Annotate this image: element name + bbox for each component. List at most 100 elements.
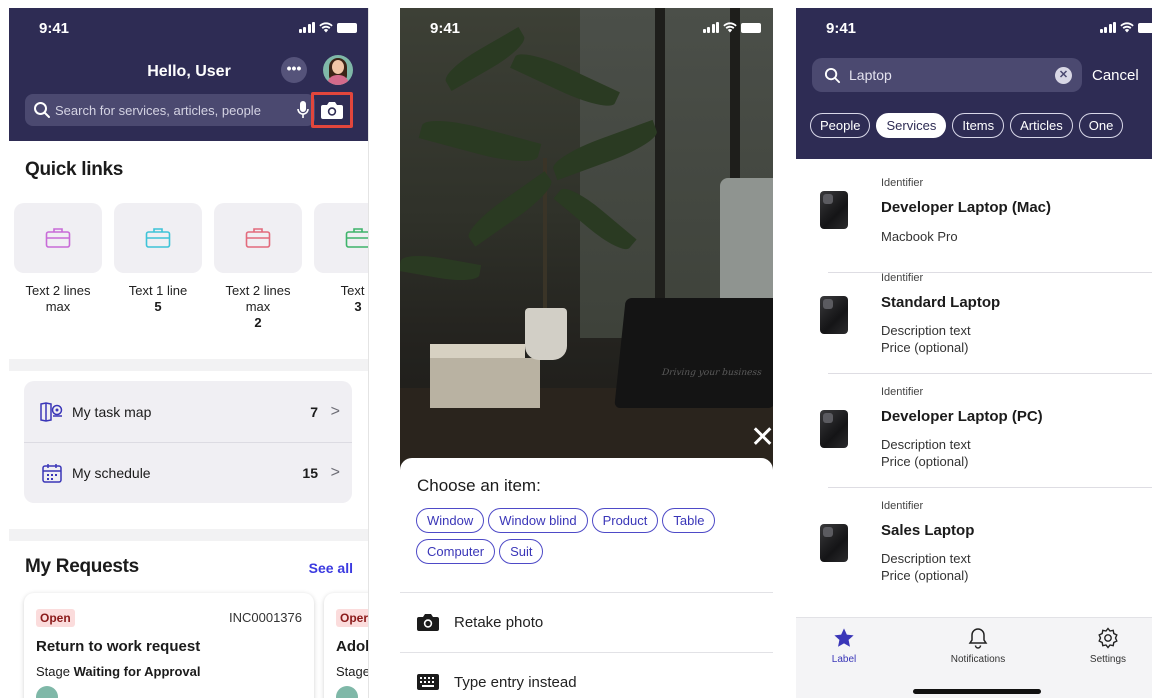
result-name: Standard Laptop: [881, 294, 1001, 311]
tab-settings[interactable]: Settings: [1058, 626, 1152, 665]
result-price: Price (optional): [881, 454, 969, 469]
request-title: Return to work request: [36, 638, 201, 655]
captured-photo: Driving your business: [400, 8, 773, 478]
quick-link-count: 3: [354, 299, 362, 314]
gear-icon: [1098, 627, 1118, 649]
briefcase-icon: [245, 228, 271, 248]
schedule-row[interactable]: My schedule 15 >: [24, 442, 352, 503]
cancel-button[interactable]: Cancel: [1092, 67, 1139, 84]
clear-search-icon[interactable]: ✕: [1055, 67, 1072, 84]
search-input[interactable]: Search for services, articles, people: [25, 94, 315, 126]
chip-suit[interactable]: Suit: [499, 539, 544, 564]
request-card[interactable]: Oper Adob Stage: [324, 593, 369, 698]
filter-items[interactable]: Items: [952, 113, 1005, 138]
status-time: 9:41: [826, 20, 857, 37]
quick-link-4[interactable]: Text 1 3: [313, 203, 368, 315]
quick-links-title: Quick links: [25, 159, 124, 180]
quick-link-3[interactable]: Text 2 lines max 2: [213, 203, 303, 331]
result-item[interactable]: Identifier Sales Laptop Description text…: [796, 488, 1152, 602]
product-thumbnail: [820, 191, 848, 229]
camera-screen: Driving your business ✕ Choose an item: …: [400, 8, 773, 698]
search-icon: [34, 102, 50, 118]
result-item[interactable]: Identifier Developer Laptop (Mac) Macboo…: [796, 159, 1152, 273]
briefcase-icon: [145, 228, 171, 248]
quick-link-count: 2: [254, 315, 262, 330]
result-price: Price (optional): [881, 568, 969, 583]
product-thumbnail: [820, 524, 848, 562]
request-id: INC0001376: [229, 610, 302, 625]
chip-computer[interactable]: Computer: [416, 539, 496, 564]
result-item[interactable]: Identifier Developer Laptop (PC) Descrip…: [796, 374, 1152, 488]
signal-icon: [702, 22, 719, 33]
search-icon: [824, 67, 841, 83]
schedule-label: My schedule: [72, 464, 151, 481]
request-stage: Stage: [336, 664, 369, 679]
result-name: Developer Laptop (Mac): [881, 199, 1052, 216]
quick-link-count: 5: [154, 299, 162, 314]
tab-label[interactable]: Label: [796, 626, 894, 665]
results-header: 9:41 Laptop ✕ Cancel People Services Ite…: [796, 8, 1152, 159]
type-entry-button[interactable]: Type entry instead: [416, 672, 577, 692]
status-bar: 9:41: [9, 8, 368, 48]
result-description: Description text: [881, 323, 971, 338]
more-button[interactable]: •••: [281, 57, 307, 83]
status-time: 9:41: [430, 20, 461, 37]
result-name: Developer Laptop (PC): [881, 408, 1043, 425]
quick-link-label: Text 1: [340, 283, 368, 298]
tab-notifications[interactable]: Notifications: [928, 626, 1028, 665]
quick-link-2[interactable]: Text 1 line 5: [113, 203, 203, 315]
keyboard-icon: [417, 674, 439, 690]
chevron-right-icon: >: [330, 402, 340, 420]
filter-people[interactable]: People: [810, 113, 871, 138]
task-map-row[interactable]: My task map 7 >: [24, 381, 352, 442]
request-stage: Stage Waiting for Approval: [36, 664, 201, 679]
filter-articles[interactable]: Articles: [1010, 113, 1073, 138]
retake-photo-button[interactable]: Retake photo: [416, 612, 543, 632]
request-title: Adob: [336, 638, 368, 655]
search-placeholder: Search for services, articles, people: [55, 102, 261, 118]
quick-link-label: Text 2 lines max: [25, 283, 91, 314]
status-bar: 9:41: [400, 8, 773, 48]
close-icon[interactable]: ✕: [750, 423, 773, 453]
status-time: 9:41: [39, 20, 70, 37]
camera-search-button[interactable]: [311, 92, 353, 128]
request-card[interactable]: Open INC0001376 Return to work request S…: [24, 593, 314, 698]
chip-product[interactable]: Product: [591, 508, 659, 533]
task-map-count: 7: [310, 403, 318, 420]
schedule-count: 15: [302, 464, 318, 481]
camera-icon: [417, 614, 439, 631]
status-bar: 9:41: [796, 8, 1152, 48]
quick-links-section: Quick links Text 2 lines max Text 1 line …: [9, 141, 368, 359]
result-price: Price (optional): [881, 340, 969, 355]
chip-window[interactable]: Window: [416, 508, 485, 533]
see-all-link[interactable]: See all: [309, 560, 353, 576]
laptop-screen-text: Driving your business: [661, 368, 763, 378]
product-thumbnail: [820, 296, 848, 334]
camera-icon: [321, 102, 343, 119]
chip-window-blind[interactable]: Window blind: [488, 508, 588, 533]
tasks-card: My task map 7 > My schedule 15 >: [24, 381, 352, 503]
calendar-icon: [42, 463, 62, 483]
home-header: 9:41 Hello, User ••• Search for services…: [9, 8, 368, 141]
avatar: [336, 686, 358, 698]
result-item[interactable]: Identifier Standard Laptop Description t…: [796, 260, 1152, 374]
avatar[interactable]: [323, 55, 353, 85]
home-screen: 9:41 Hello, User ••• Search for services…: [9, 8, 369, 698]
chip-table[interactable]: Table: [662, 508, 716, 533]
filter-one[interactable]: One: [1078, 113, 1124, 138]
avatar: [36, 686, 58, 698]
requests-title: My Requests: [25, 556, 139, 577]
quick-link-1[interactable]: Text 2 lines max: [13, 203, 103, 315]
retake-photo-label: Retake photo: [454, 613, 544, 631]
chevron-right-icon: >: [330, 463, 340, 481]
microphone-icon[interactable]: [297, 101, 309, 119]
search-input[interactable]: Laptop ✕: [812, 58, 1082, 92]
signal-icon: [1099, 22, 1116, 33]
signal-icon: [298, 22, 315, 33]
result-description: Description text: [881, 437, 971, 452]
requests-section: My Requests See all Open INC0001376 Retu…: [9, 541, 369, 698]
filter-services[interactable]: Services: [876, 113, 947, 138]
status-badge: Open: [36, 609, 75, 627]
task-map-label: My task map: [72, 403, 152, 420]
result-identifier: Identifier: [881, 386, 924, 398]
